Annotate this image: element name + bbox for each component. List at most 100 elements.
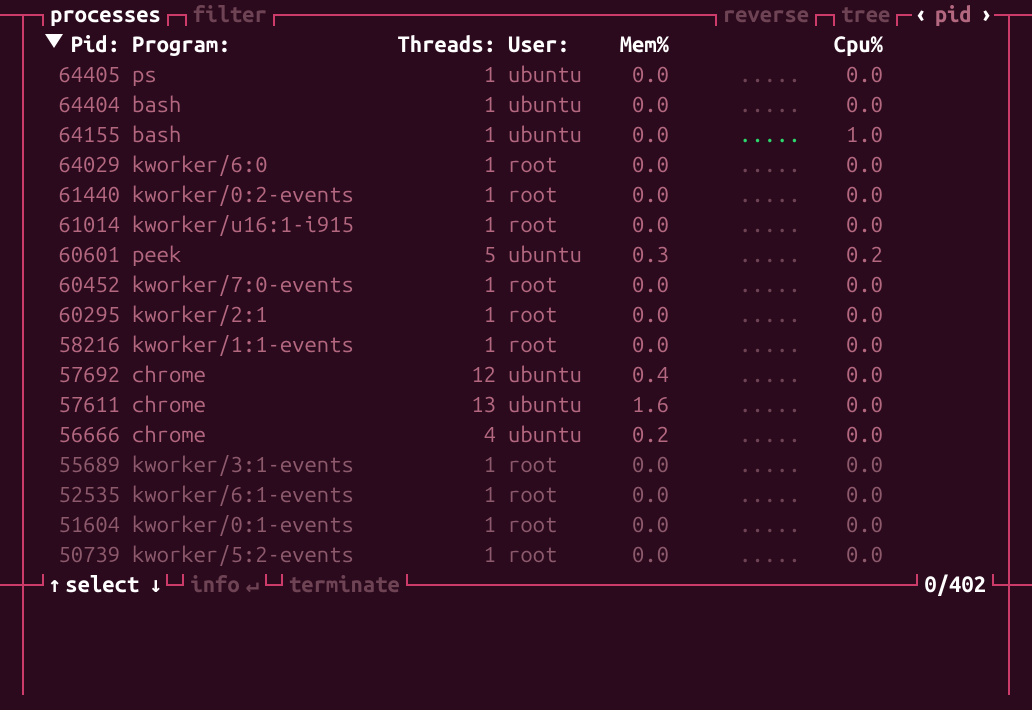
- bottom-bar: ↑ select ↓ info ↵ terminate 0/402: [0, 570, 1032, 600]
- header-threads[interactable]: Threads:: [384, 30, 496, 60]
- table-row[interactable]: 60452kworker/7:0-events1root0.0.....0.0: [0, 270, 1032, 300]
- cell-program: kworker/6:1-events: [132, 480, 384, 510]
- info-label[interactable]: info: [184, 570, 245, 600]
- cell-threads: 1: [384, 330, 496, 360]
- cell-pid: 58216: [48, 330, 120, 360]
- sort-next-button[interactable]: ›: [978, 0, 994, 30]
- cell-program: chrome: [132, 360, 384, 390]
- header-pid[interactable]: Pid:: [48, 30, 120, 60]
- table-row[interactable]: 50739kworker/5:2-events1root0.0.....0.0: [0, 540, 1032, 570]
- sort-prev-button[interactable]: ‹: [912, 0, 928, 30]
- cell-mem: 0.3: [604, 240, 669, 270]
- cell-user: ubuntu: [508, 120, 604, 150]
- cell-user: ubuntu: [508, 60, 604, 90]
- cell-pid: 64029: [48, 150, 120, 180]
- table-row[interactable]: 52535kworker/6:1-events1root0.0.....0.0: [0, 480, 1032, 510]
- cell-mem: 0.0: [604, 330, 669, 360]
- cell-user: root: [508, 150, 604, 180]
- status-counter: 0/402: [918, 570, 992, 600]
- cell-pid: 60601: [48, 240, 120, 270]
- cell-cpu: 0.0: [811, 60, 883, 90]
- cell-pid: 61440: [48, 180, 120, 210]
- header-program[interactable]: Program:: [132, 30, 384, 60]
- cell-user: root: [508, 210, 604, 240]
- button-reverse[interactable]: reverse: [717, 0, 815, 30]
- cell-cpu: 0.0: [811, 180, 883, 210]
- cell-pid: 57692: [48, 360, 120, 390]
- border-right: [1008, 15, 1010, 695]
- cell-threads: 4: [384, 420, 496, 450]
- table-row[interactable]: 60295kworker/2:11root0.0.....0.0: [0, 300, 1032, 330]
- cell-cpu: 0.0: [811, 540, 883, 570]
- cell-cpu-graph: .....: [739, 180, 799, 210]
- table-row[interactable]: 57611chrome13ubuntu1.6.....0.0: [0, 390, 1032, 420]
- cell-pid: 60295: [48, 300, 120, 330]
- cell-threads: 1: [384, 270, 496, 300]
- cell-user: root: [508, 450, 604, 480]
- table-row[interactable]: 51604kworker/0:1-events1root0.0.....0.0: [0, 510, 1032, 540]
- cell-pid: 64155: [48, 120, 120, 150]
- button-tree[interactable]: tree: [835, 0, 896, 30]
- cell-mem: 0.0: [604, 300, 669, 330]
- table-row[interactable]: 64029kworker/6:01root0.0.....0.0: [0, 150, 1032, 180]
- cell-program: chrome: [132, 390, 384, 420]
- tab-filter[interactable]: filter: [187, 0, 273, 30]
- header-cpu[interactable]: Cpu%: [811, 30, 883, 60]
- table-row[interactable]: 60601peek5ubuntu0.3.....0.2: [0, 240, 1032, 270]
- cell-pid: 60452: [48, 270, 120, 300]
- table-row[interactable]: 61440kworker/0:2-events1root0.0.....0.0: [0, 180, 1032, 210]
- cell-program: kworker/1:1-events: [132, 330, 384, 360]
- top-bar: processes filter reverse tree ‹ pid ›: [0, 0, 1032, 30]
- tab-processes[interactable]: processes: [44, 0, 167, 30]
- column-headers: Pid: Program: Threads: User: Mem% Cpu%: [0, 30, 1032, 60]
- cell-user: ubuntu: [508, 360, 604, 390]
- header-mem[interactable]: Mem%: [604, 30, 669, 60]
- cell-cpu-graph: .....: [739, 90, 799, 120]
- sort-column-label[interactable]: pid: [929, 0, 978, 30]
- cell-threads: 1: [384, 90, 496, 120]
- cell-program: kworker/5:2-events: [132, 540, 384, 570]
- table-row[interactable]: 55689kworker/3:1-events1root0.0.....0.0: [0, 450, 1032, 480]
- table-row[interactable]: 57692chrome12ubuntu0.4.....0.0: [0, 360, 1032, 390]
- cell-program: kworker/2:1: [132, 300, 384, 330]
- cell-cpu-graph: .....: [739, 60, 799, 90]
- cell-user: root: [508, 330, 604, 360]
- cell-threads: 1: [384, 120, 496, 150]
- cell-user: ubuntu: [508, 420, 604, 450]
- cell-cpu-graph: .....: [739, 270, 799, 300]
- cell-user: root: [508, 180, 604, 210]
- table-row[interactable]: 56666chrome4ubuntu0.2.....0.0: [0, 420, 1032, 450]
- cell-program: kworker/0:1-events: [132, 510, 384, 540]
- table-row[interactable]: 64405ps1ubuntu0.0.....0.0: [0, 60, 1032, 90]
- cell-cpu: 0.2: [811, 240, 883, 270]
- table-row[interactable]: 58216kworker/1:1-events1root0.0.....0.0: [0, 330, 1032, 360]
- sort-desc-icon: [45, 34, 63, 48]
- cell-threads: 1: [384, 180, 496, 210]
- cell-mem: 0.0: [604, 210, 669, 240]
- cell-threads: 1: [384, 510, 496, 540]
- cell-mem: 0.0: [604, 60, 669, 90]
- header-user[interactable]: User:: [508, 30, 604, 60]
- table-row[interactable]: 64404bash1ubuntu0.0.....0.0: [0, 90, 1032, 120]
- cell-mem: 0.0: [604, 510, 669, 540]
- cell-pid: 51604: [48, 510, 120, 540]
- cell-mem: 0.0: [604, 120, 669, 150]
- cell-mem: 0.0: [604, 180, 669, 210]
- cell-user: root: [508, 300, 604, 330]
- cell-cpu-graph: .....: [739, 540, 799, 570]
- table-row[interactable]: 61014kworker/u16:1-i9151root0.0.....0.0: [0, 210, 1032, 240]
- cell-program: kworker/6:0: [132, 150, 384, 180]
- cell-threads: 1: [384, 60, 496, 90]
- cell-program: kworker/0:2-events: [132, 180, 384, 210]
- cell-mem: 0.0: [604, 450, 669, 480]
- cell-threads: 5: [384, 240, 496, 270]
- cell-pid: 64405: [48, 60, 120, 90]
- cell-cpu: 0.0: [811, 90, 883, 120]
- process-table: 64405ps1ubuntu0.0.....0.064404bash1ubunt…: [0, 60, 1032, 570]
- table-row[interactable]: 64155bash1ubuntu0.0.....1.0: [0, 120, 1032, 150]
- cell-pid: 56666: [48, 420, 120, 450]
- cell-user: root: [508, 510, 604, 540]
- cell-threads: 12: [384, 360, 496, 390]
- terminate-label[interactable]: terminate: [283, 570, 406, 600]
- cell-cpu: 1.0: [811, 120, 883, 150]
